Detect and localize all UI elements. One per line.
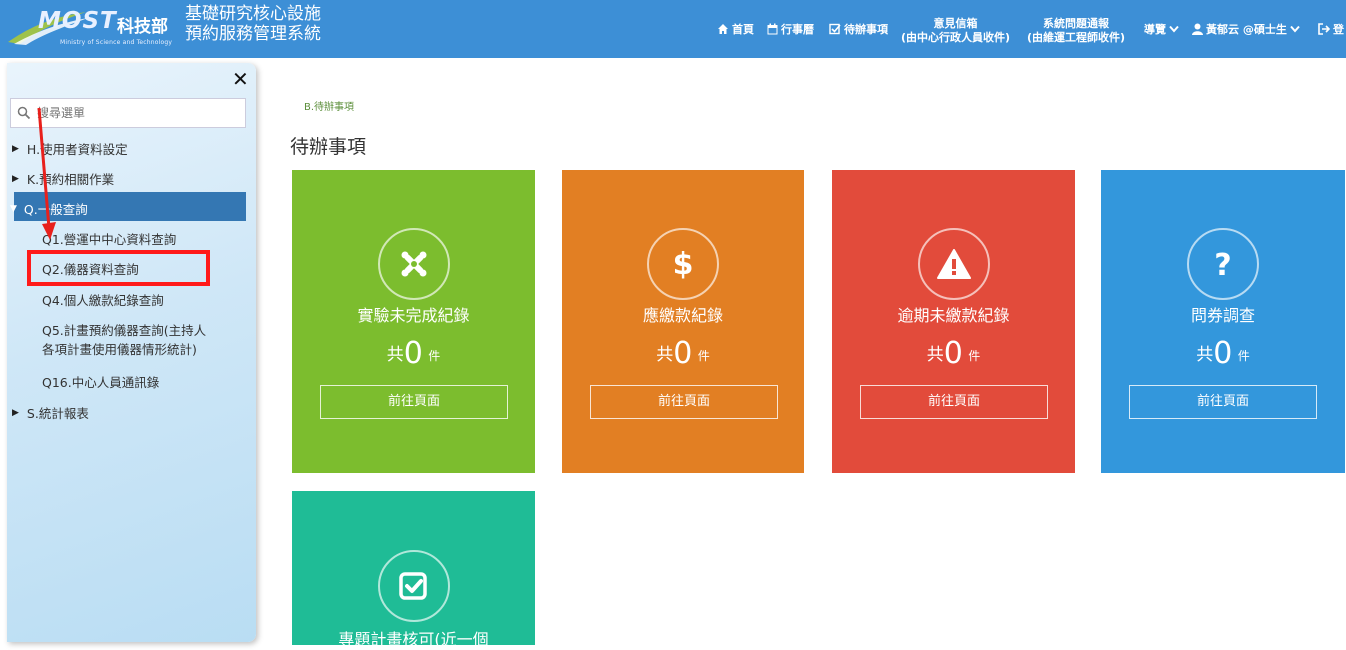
svg-text:$: $ — [673, 247, 694, 281]
card-icon-circle: $ — [647, 228, 719, 300]
card-label: 實驗未完成紀錄 — [357, 306, 470, 325]
sidebar-subitem-q16[interactable]: Q16.中心人員通訊錄 — [42, 373, 159, 392]
go-to-page-button[interactable]: 前往頁面 — [320, 385, 508, 419]
system-title: 基礎研究核心設施 預約服務管理系統 — [185, 4, 321, 44]
calendar-icon — [767, 23, 778, 35]
dollar-icon: $ — [673, 247, 694, 281]
annotation-arrow-icon — [37, 107, 56, 240]
sidebar-subitem-q5[interactable]: Q5.計畫預約儀器查詢(主持人 各項計畫使用儀器情形統計) — [42, 321, 206, 359]
sign-out-icon — [1318, 23, 1330, 35]
warning-icon — [936, 249, 971, 279]
nav-feedback[interactable]: 意見信箱 (由中心行政人員收件) — [901, 17, 1010, 45]
close-icon[interactable]: ✕ — [232, 67, 249, 91]
top-header: MOST 科技部 Ministry of Science and Technol… — [0, 0, 1346, 58]
nav-logout[interactable]: 登 — [1318, 21, 1344, 37]
card-count: 共0 件 — [656, 336, 710, 371]
card-overdue-records: 逾期未繳款紀錄 共0 件 前往頁面 — [832, 170, 1075, 473]
sidebar-item-user-settings[interactable]: ▶ H.使用者資料設定 — [12, 139, 128, 158]
card-payable-records: $ 應繳款紀錄 共0 件 前往頁面 — [562, 170, 804, 473]
check-square-icon — [398, 572, 427, 600]
logo-ministry: 科技部 — [117, 17, 168, 37]
card-icon-circle: ? — [1187, 228, 1259, 300]
nav-todo[interactable]: 待辦事項 — [829, 21, 888, 37]
nav-report[interactable]: 系統問題通報 (由維運工程師收件) — [1027, 17, 1125, 45]
card-icon-circle — [917, 228, 990, 300]
card-label: 應繳款紀錄 — [642, 306, 723, 325]
logo-most: MOST — [38, 8, 117, 34]
caret-right-icon: ▶ — [12, 173, 19, 184]
chevron-down-icon — [1169, 25, 1179, 33]
caret-right-icon: ▶ — [12, 407, 19, 418]
card-label: 專題計畫核可(近一個 — [338, 630, 489, 649]
go-to-page-button[interactable]: 前往頁面 — [590, 385, 778, 419]
go-to-page-button[interactable]: 前往頁面 — [860, 385, 1048, 419]
breadcrumb[interactable]: B.待辦事項 — [304, 98, 354, 113]
search-icon — [17, 106, 31, 120]
card-count: 共0 件 — [1196, 336, 1250, 371]
caret-right-icon: ▶ — [12, 143, 19, 154]
nav-calendar[interactable]: 行事曆 — [767, 21, 814, 37]
caret-down-icon: ▼ — [10, 203, 17, 214]
annotation-highlight-box — [27, 250, 210, 286]
user-icon — [1192, 23, 1203, 35]
logo-english: Ministry of Science and Technology — [60, 39, 173, 46]
sidebar-item-statistics[interactable]: ▶ S.統計報表 — [12, 403, 89, 422]
card-label: 問券調查 — [1190, 306, 1255, 325]
nav-guide[interactable]: 導覽 — [1144, 21, 1179, 37]
card-project-approval: 專題計畫核可(近一個 — [292, 491, 535, 649]
sidebar-menu: ✕ ▶ H.使用者資料設定 ▶ K.預約相關作業 ▼ Q.一般查詢 Q1.營運中… — [7, 63, 256, 642]
svg-text:?: ? — [1214, 248, 1231, 280]
question-icon: ? — [1214, 248, 1231, 280]
nav-user[interactable]: 黃郁云 @碩士生 — [1192, 21, 1300, 37]
home-icon — [718, 24, 728, 34]
card-count: 共0 件 — [386, 336, 441, 371]
go-to-page-button[interactable]: 前往頁面 — [1129, 385, 1317, 419]
joomla-icon — [401, 251, 426, 277]
card-count: 共0 件 — [926, 336, 981, 371]
card-icon-circle — [377, 550, 450, 622]
sidebar-subitem-q4[interactable]: Q4.個人繳款紀錄查詢 — [42, 291, 164, 310]
card-icon-circle — [377, 228, 450, 300]
card-incomplete-records: 實驗未完成紀錄 共0 件 前往頁面 — [292, 170, 535, 473]
card-survey: ? 問券調查 共0 件 前往頁面 — [1101, 170, 1345, 473]
nav-home[interactable]: 首頁 — [717, 21, 754, 37]
check-square-icon — [829, 23, 841, 35]
card-label: 逾期未繳款紀錄 — [897, 306, 1010, 325]
chevron-down-icon — [1290, 25, 1300, 33]
page-title: 待辦事項 — [290, 136, 367, 158]
